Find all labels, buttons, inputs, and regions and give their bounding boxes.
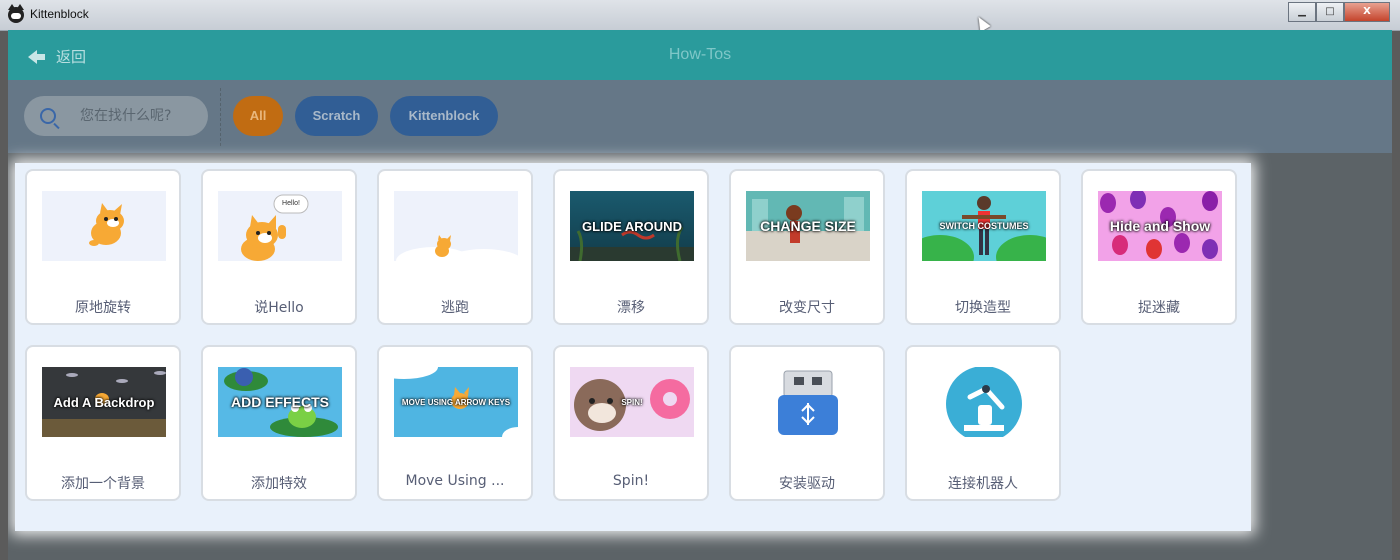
tutorial-thumbnail: GLIDE AROUND (570, 191, 694, 261)
maximize-icon[interactable]: □ (1316, 2, 1344, 22)
header-bar: 返回 How-Tos (8, 30, 1392, 80)
tutorial-thumbnail (922, 367, 1046, 437)
tutorial-thumbnail: MOVE USING ARROW KEYS (394, 367, 518, 437)
tutorial-card-title: 切换造型 (955, 300, 1011, 316)
tutorial-card-say-hello[interactable]: Hello! 说Hello (201, 169, 357, 325)
tutorial-card-title: 说Hello (254, 300, 304, 316)
tutorial-grid: 原地旋转 Hello! 说Hello 逃跑 GLIDE AROUND 漂移 CH… (15, 163, 1251, 531)
page-title: How-Tos (668, 46, 732, 63)
kittenblock-logo-icon (8, 4, 24, 23)
tutorial-thumbnail (394, 191, 518, 261)
thumbnail-caption: CHANGE SIZE (760, 218, 856, 234)
tutorial-card-title: 原地旋转 (75, 300, 131, 316)
tutorial-card-hide-and-show[interactable]: Hide and Show 捉迷藏 (1081, 169, 1237, 325)
tutorial-thumbnail: SPIN! (570, 367, 694, 437)
filter-chip-all[interactable]: All (233, 96, 283, 136)
app-window: 返回 How-Tos All Scratch Kittenblock (8, 30, 1392, 560)
robot-arm-icon (946, 367, 1022, 437)
tutorial-thumbnail (42, 191, 166, 261)
tutorial-card-change-size[interactable]: CHANGE SIZE 改变尺寸 (729, 169, 885, 325)
window-controls: ▁ □ X (1288, 2, 1390, 22)
thumbnail-caption: Hide and Show (1109, 218, 1211, 234)
minimize-icon[interactable]: ▁ (1288, 2, 1316, 22)
tutorial-card-title: 漂移 (617, 300, 645, 316)
thumbnail-caption: SPIN! (621, 397, 643, 407)
filter-chip-scratch[interactable]: Scratch (295, 96, 378, 136)
tutorial-thumbnail: Hello! (218, 191, 342, 261)
tutorial-card-title: 捉迷藏 (1138, 300, 1180, 316)
speech-bubble-text: Hello! (282, 200, 300, 207)
tutorial-card-title: 连接机器人 (948, 476, 1018, 492)
search-box[interactable] (24, 96, 208, 136)
search-icon (40, 108, 56, 124)
tutorial-thumbnail: CHANGE SIZE (746, 191, 870, 261)
tutorial-card-spin[interactable]: SPIN! Spin! (553, 345, 709, 501)
tutorial-card-title: Spin! (612, 473, 650, 489)
tutorial-card-glide-around[interactable]: GLIDE AROUND 漂移 (553, 169, 709, 325)
filter-bar: All Scratch Kittenblock (8, 80, 1392, 153)
tutorial-card-switch-costumes[interactable]: SWITCH COSTUMES 切换造型 (905, 169, 1061, 325)
tutorial-card-install-driver[interactable]: 安装驱动 (729, 345, 885, 501)
tutorial-card-spin-in-place[interactable]: 原地旋转 (25, 169, 181, 325)
tutorial-card-title: 改变尺寸 (779, 300, 835, 316)
tutorial-card-title: 添加一个背景 (61, 476, 145, 492)
tutorial-thumbnail: Add A Backdrop (42, 367, 166, 437)
search-input[interactable] (78, 107, 202, 125)
thumbnail-caption: Add A Backdrop (53, 394, 155, 410)
usb-drive-icon (778, 370, 838, 435)
tutorial-thumbnail (746, 367, 870, 437)
cat-sprite-icon (89, 203, 124, 246)
tutorial-thumbnail: Hide and Show (1098, 191, 1222, 261)
tutorial-thumbnail: ADD EFFECTS (218, 367, 342, 437)
tutorial-card-title: 添加特效 (251, 476, 307, 492)
filter-chip-kittenblock[interactable]: Kittenblock (390, 96, 498, 136)
thumbnail-caption: ADD EFFECTS (231, 394, 329, 410)
tutorial-card-connect-robot[interactable]: 连接机器人 (905, 345, 1061, 501)
thumbnail-caption: SWITCH COSTUMES (939, 221, 1029, 231)
window-title: Kittenblock (30, 7, 89, 21)
filter-divider (220, 88, 221, 146)
close-icon[interactable]: X (1344, 2, 1390, 22)
cat-sprite-icon (396, 235, 518, 261)
tutorial-thumbnail: SWITCH COSTUMES (922, 191, 1046, 261)
tutorial-card-move-arrow-keys[interactable]: MOVE USING ARROW KEYS Move Using ... (377, 345, 533, 501)
window-titlebar: Kittenblock ▁ □ X (0, 0, 1400, 31)
tutorial-card-title: 安装驱动 (779, 476, 835, 492)
thumbnail-caption: MOVE USING ARROW KEYS (401, 397, 511, 407)
tutorial-card-title: 逃跑 (441, 300, 469, 316)
tutorial-card-add-effects[interactable]: ADD EFFECTS 添加特效 (201, 345, 357, 501)
thumbnail-caption: GLIDE AROUND (582, 218, 682, 234)
tutorial-card-run-away[interactable]: 逃跑 (377, 169, 533, 325)
tutorial-card-title: Move Using ... (405, 473, 505, 489)
tutorial-card-add-backdrop[interactable]: Add A Backdrop 添加一个背景 (25, 345, 181, 501)
